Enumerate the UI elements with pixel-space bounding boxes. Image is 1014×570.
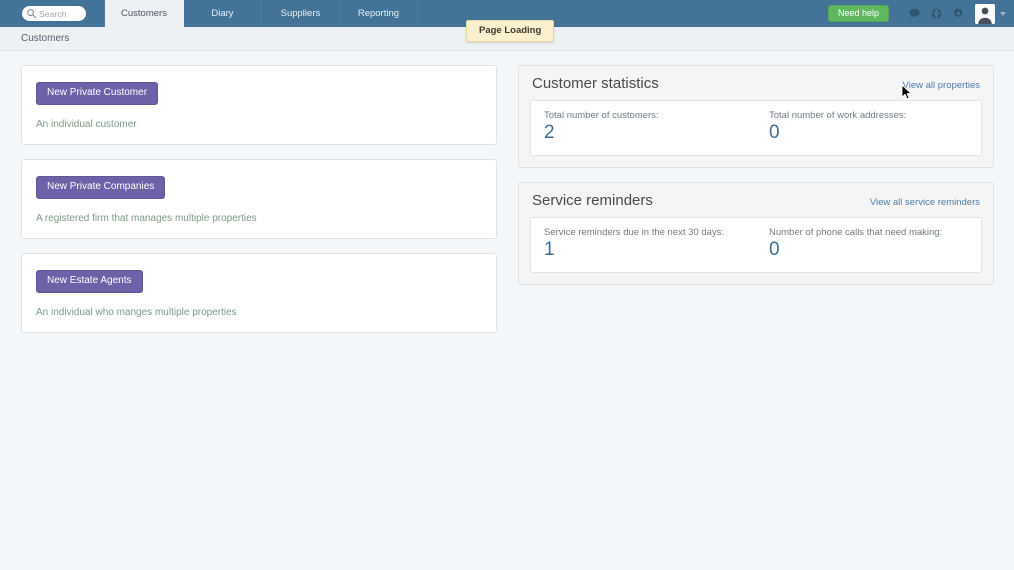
- customer-statistics-title: Customer statistics: [532, 75, 659, 92]
- tab-reporting[interactable]: Reporting: [340, 0, 418, 27]
- stat-reminders-due-label: Service reminders due in the next 30 day…: [544, 226, 725, 238]
- view-all-properties-link[interactable]: View all properties: [903, 80, 980, 91]
- tab-customers-label: Customers: [121, 8, 167, 19]
- stat-total-work-addresses: Total number of work addresses: 0: [756, 110, 981, 144]
- service-reminders-body: Service reminders due in the next 30 day…: [530, 216, 982, 273]
- service-reminders-title: Service reminders: [532, 191, 653, 209]
- card-new-private-customer: New Private Customer An individual custo…: [21, 65, 497, 145]
- stat-total-customers-label: Total number of customers:: [544, 110, 659, 121]
- action-cards-column: New Private Customer An individual custo…: [21, 65, 497, 333]
- tab-diary-label: Diary: [211, 8, 234, 19]
- avatar[interactable]: [975, 3, 995, 24]
- breadcrumb-label[interactable]: Customers: [21, 33, 69, 44]
- service-reminders-header: Service reminders View all service remin…: [530, 192, 982, 217]
- chevron-down-icon[interactable]: [1000, 11, 1006, 16]
- topbar-actions: Need help: [827, 0, 1008, 27]
- new-private-companies-description: A registered firm that manages multiple …: [36, 213, 257, 224]
- stat-reminders-due: Service reminders due in the next 30 day…: [531, 227, 756, 261]
- statistics-column: Customer statistics View all properties …: [518, 65, 994, 299]
- card-new-estate-agents: New Estate Agents An individual who mang…: [21, 253, 497, 333]
- globe-icon[interactable]: [925, 3, 947, 25]
- tab-customers[interactable]: Customers: [104, 0, 184, 27]
- page-loading-tooltip: Page Loading: [466, 20, 555, 42]
- stat-total-customers: Total number of customers: 2: [531, 110, 756, 144]
- stat-phone-calls-label: Number of phone calls that need making:: [769, 226, 943, 238]
- search-icon: [26, 8, 37, 19]
- search-input[interactable]: Search: [22, 6, 86, 21]
- need-help-button[interactable]: Need help: [827, 5, 889, 22]
- search-placeholder: Search: [39, 8, 67, 19]
- chat-icon[interactable]: [903, 3, 925, 25]
- stat-total-customers-value: 2: [544, 122, 555, 143]
- stat-total-work-addresses-value: 0: [769, 122, 780, 143]
- panel-service-reminders: Service reminders View all service remin…: [518, 181, 994, 285]
- nav-tabs: Customers Diary Suppliers Reporting: [104, 0, 418, 27]
- new-private-companies-button[interactable]: New Private Companies: [36, 176, 166, 199]
- stat-phone-calls-value: 0: [769, 238, 780, 260]
- stat-reminders-due-value: 1: [544, 238, 555, 260]
- tab-suppliers-label: Suppliers: [280, 8, 321, 19]
- new-estate-agents-description: An individual who manges multiple proper…: [36, 307, 237, 318]
- tab-reporting-label: Reporting: [357, 8, 400, 19]
- stat-total-work-addresses-label: Total number of work addresses:: [769, 110, 907, 121]
- card-new-private-companies: New Private Companies A registered firm …: [21, 159, 497, 239]
- panel-customer-statistics: Customer statistics View all properties …: [518, 65, 994, 168]
- gear-icon[interactable]: [947, 3, 969, 25]
- customer-statistics-header: Customer statistics View all properties: [530, 75, 982, 100]
- tab-suppliers[interactable]: Suppliers: [262, 0, 340, 27]
- new-private-customer-description: An individual customer: [36, 119, 137, 130]
- new-estate-agents-button[interactable]: New Estate Agents: [36, 270, 143, 293]
- view-all-service-reminders-link[interactable]: View all service reminders: [870, 197, 980, 208]
- new-private-customer-button[interactable]: New Private Customer: [36, 82, 159, 105]
- main-content: New Private Customer An individual custo…: [0, 51, 1014, 333]
- stat-phone-calls: Number of phone calls that need making: …: [756, 227, 981, 261]
- tab-diary[interactable]: Diary: [184, 0, 262, 27]
- customer-statistics-body: Total number of customers: 2 Total numbe…: [530, 100, 982, 156]
